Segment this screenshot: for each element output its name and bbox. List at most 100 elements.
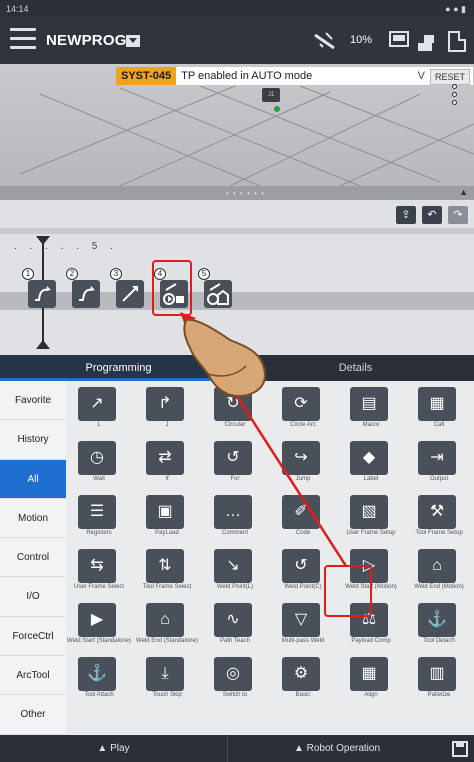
- category-history[interactable]: History: [0, 420, 66, 460]
- robot-3d-view[interactable]: J1 SYST-045 TP enabled in AUTO mode V RE…: [0, 64, 474, 186]
- save-icon[interactable]: [446, 735, 474, 762]
- joint-motion-icon: ↱: [146, 387, 184, 421]
- origin-marker: [274, 106, 280, 112]
- instruction-label: Circular: [224, 422, 246, 428]
- undo-icon[interactable]: ↶: [422, 206, 442, 224]
- instruction-label: Weld Point(L): [216, 584, 254, 590]
- instruction-path-teach[interactable]: ∿ Path Teach: [202, 603, 270, 657]
- teach-pendant-icon[interactable]: [446, 29, 468, 53]
- instruction-user-frame-select[interactable]: ⇆ User Frame Select: [66, 549, 134, 603]
- weld-start-standalone-icon: ▶: [78, 603, 116, 637]
- instruction-wait[interactable]: ◷ Wait: [66, 441, 134, 495]
- redo-icon[interactable]: ↷: [448, 206, 468, 224]
- instruction-jump[interactable]: ↪ Jump: [270, 441, 338, 495]
- instruction-weld-point-l[interactable]: ↘ Weld Point(L): [202, 549, 270, 603]
- instruction-label: Tool Frame Setup: [415, 530, 463, 536]
- weld-end-motion-icon: ⌂: [418, 549, 456, 583]
- category-arctool[interactable]: ArcTool: [0, 656, 66, 696]
- registers-icon: ☰: [78, 495, 116, 529]
- instruction-align[interactable]: ▦ Align: [338, 657, 406, 711]
- timeline-node-l[interactable]: [116, 280, 144, 308]
- robot-icon[interactable]: [414, 29, 438, 53]
- instruction-touch-skip[interactable]: ⤓ Touch Skip: [134, 657, 202, 711]
- more-vertical-icon[interactable]: [452, 84, 457, 108]
- instruction-tool-frame-select[interactable]: ⇅ Tool Frame Select: [134, 549, 202, 603]
- instruction-label: Output: [429, 476, 448, 482]
- status-time: 14:14: [6, 4, 29, 14]
- instruction-call[interactable]: ▦ Call: [406, 387, 474, 441]
- timeline-node-j[interactable]: [28, 280, 56, 308]
- category-all[interactable]: All: [0, 459, 66, 499]
- instruction-circular[interactable]: ↻ Circular: [202, 387, 270, 441]
- speed-icon[interactable]: [312, 29, 338, 53]
- instruction-weld-start-standalone[interactable]: ▶ Weld Start (Standalone): [66, 603, 134, 657]
- category-motion[interactable]: Motion: [0, 499, 66, 539]
- robot-operation-button[interactable]: ▲ Robot Operation: [228, 735, 446, 762]
- instruction-label: Circle Arc: [290, 422, 316, 428]
- category-favorite[interactable]: Favorite: [0, 381, 66, 421]
- jump-icon: ↪: [282, 441, 320, 475]
- play-button[interactable]: ▲ Play: [0, 735, 228, 762]
- drag-handle-icon[interactable]: • • • • • •: [226, 189, 265, 198]
- instruction-registers[interactable]: ☰ Registers: [66, 495, 134, 549]
- wait-icon: ◷: [78, 441, 116, 475]
- instruction-label: Comment: [221, 530, 248, 536]
- alarm-expand-icon[interactable]: V: [418, 70, 425, 82]
- timeline-node-weld-end[interactable]: [204, 280, 232, 308]
- instruction-for[interactable]: ↺ For: [202, 441, 270, 495]
- instruction-label: If: [165, 476, 169, 482]
- program-name[interactable]: NEWPROG: [46, 32, 127, 49]
- menu-icon[interactable]: [10, 28, 36, 52]
- instruction-basic[interactable]: ⚙ Basic: [270, 657, 338, 711]
- speed-override[interactable]: 10%: [350, 34, 372, 46]
- instruction-comment[interactable]: … Comment: [202, 495, 270, 549]
- tab-details[interactable]: Details: [237, 355, 474, 381]
- instruction-user-frame-setup[interactable]: ▧ User Frame Setup: [338, 495, 406, 549]
- instruction-label: User Frame Select: [73, 584, 124, 590]
- bottom-bar: ▲ Play ▲ Robot Operation: [0, 735, 474, 762]
- tool-frame-select-icon: ⇅: [146, 549, 184, 583]
- instruction-label: Jump: [295, 476, 311, 482]
- instruction-l[interactable]: ↗ L: [66, 387, 134, 441]
- cursor-bottom-handle[interactable]: [36, 340, 50, 349]
- instruction-macro[interactable]: ▤ Macro: [338, 387, 406, 441]
- instruction-j[interactable]: ↱ J: [134, 387, 202, 441]
- instruction-if[interactable]: ⇄ If: [134, 441, 202, 495]
- tab-programming[interactable]: Programming: [0, 355, 237, 381]
- instruction-label[interactable]: ◆ Label: [338, 441, 406, 495]
- program-dropdown-icon[interactable]: [126, 35, 140, 47]
- category-i-o[interactable]: I/O: [0, 577, 66, 617]
- auto-mode-icon[interactable]: [388, 29, 410, 53]
- category-other[interactable]: Other: [0, 695, 66, 735]
- weld-point-c-icon: ↺: [282, 549, 320, 583]
- timeline-node-j[interactable]: [72, 280, 100, 308]
- instruction-label: Weld End (Standalone): [136, 638, 198, 644]
- instruction-tool-attach[interactable]: ⚓ Tool Attach: [66, 657, 134, 711]
- instruction-label: Registers: [86, 530, 112, 536]
- program-timeline-editor[interactable]: ⇪ ↶ ↷ . . . . . 5 . 1 2 3 4 5: [0, 200, 474, 355]
- for-icon: ↺: [214, 441, 252, 475]
- instruction-circle-arc[interactable]: ⟳ Circle Arc: [270, 387, 338, 441]
- panel-splitter[interactable]: • • • • • • ▲: [0, 186, 474, 200]
- reset-button[interactable]: RESET: [429, 69, 470, 85]
- instruction-palletize[interactable]: ▥ Palletize: [406, 657, 474, 711]
- instruction-tool-detach[interactable]: ⚓ Tool Detach: [406, 603, 474, 657]
- category-control[interactable]: Control: [0, 538, 66, 578]
- instruction-code[interactable]: ✐ Code: [270, 495, 338, 549]
- upload-icon[interactable]: ⇪: [396, 206, 416, 224]
- instruction-label: Macro: [362, 422, 380, 428]
- instruction-switch-to[interactable]: ◎ Switch to: [202, 657, 270, 711]
- alarm-banner[interactable]: SYST-045 TP enabled in AUTO mode V RESET: [115, 66, 474, 86]
- instruction-tool-frame-setup[interactable]: ⚒ Tool Frame Setup: [406, 495, 474, 549]
- cursor-top-handle[interactable]: [36, 236, 50, 245]
- instruction-output[interactable]: ⇥ Output: [406, 441, 474, 495]
- collapse-up-icon[interactable]: ▲: [459, 187, 468, 197]
- tool-attach-icon: ⚓: [78, 657, 116, 691]
- instruction-payload[interactable]: ▣ PayLoad: [134, 495, 202, 549]
- category-forcectrl[interactable]: ForceCtrl: [0, 617, 66, 657]
- instruction-label: Call: [433, 422, 445, 428]
- instruction-weld-end-standalone[interactable]: ⌂ Weld End (Standalone): [134, 603, 202, 657]
- instruction-weld-end-motion[interactable]: ⌂ Weld End (Motion): [406, 549, 474, 603]
- instruction-label: Wait: [93, 476, 105, 482]
- instruction-label: Multi-pass Weld: [281, 638, 325, 644]
